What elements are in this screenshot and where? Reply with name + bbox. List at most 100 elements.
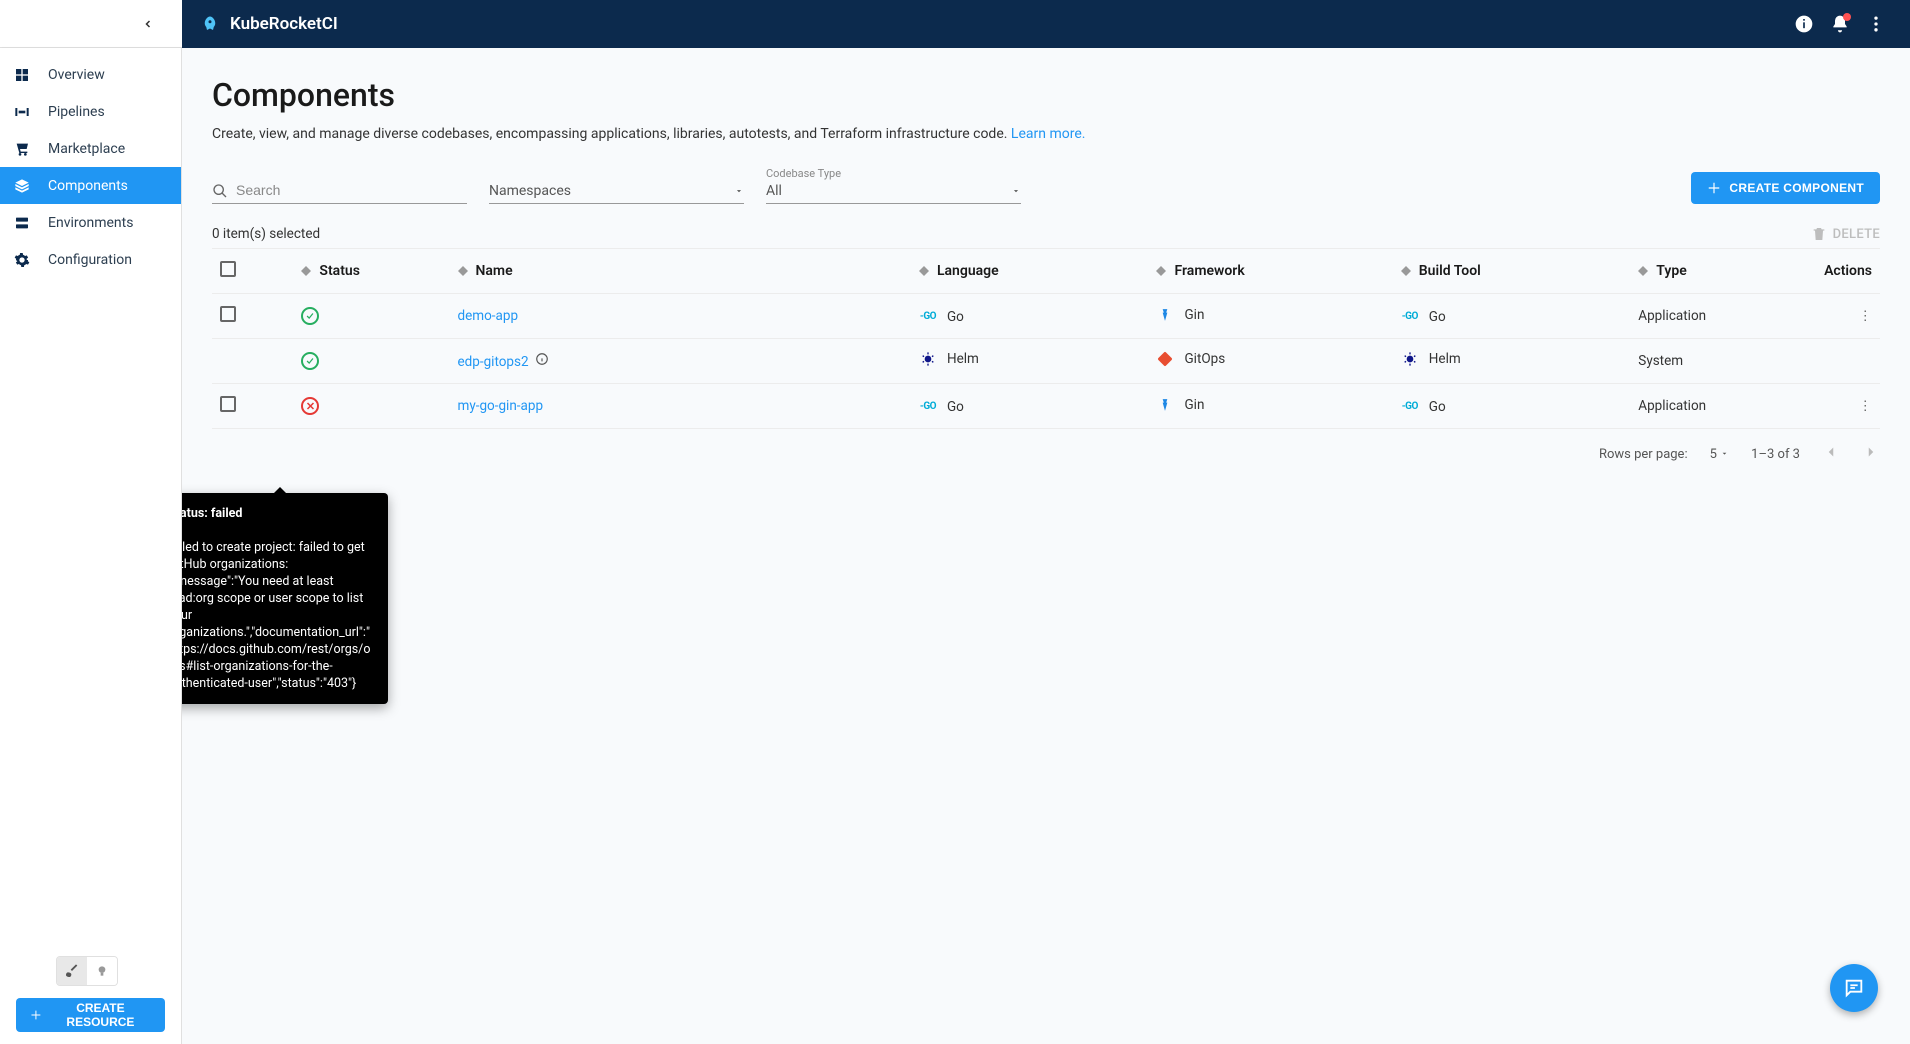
sidebar-item-label: Components [48, 178, 128, 194]
chevron-right-icon [1862, 443, 1880, 461]
search-icon [212, 183, 228, 199]
create-component-button[interactable]: CREATE COMPONENT [1691, 172, 1880, 204]
caret-down-icon [1720, 449, 1729, 458]
sidebar-item-configuration[interactable]: Configuration [0, 241, 181, 278]
row-checkbox[interactable] [220, 306, 236, 322]
gitops-icon [1156, 351, 1174, 367]
select-label: Namespaces [489, 183, 571, 199]
tooltip-title: Status: failed [182, 506, 242, 521]
col-name: Name [450, 249, 911, 294]
sidebar-item-environments[interactable]: Environments [0, 204, 181, 241]
gear-icon [14, 252, 30, 268]
delete-button[interactable]: DELETE [1811, 226, 1880, 242]
sort-icon[interactable] [919, 266, 929, 276]
theme-switcher[interactable] [56, 956, 118, 986]
chat-icon [1843, 977, 1865, 999]
go-icon: -GO [1401, 311, 1419, 322]
rows-per-page-select[interactable]: 5 [1710, 447, 1730, 462]
sidebar-item-components[interactable]: Components [0, 167, 181, 204]
row-checkbox[interactable] [220, 396, 236, 412]
col-build-tool: Build Tool [1393, 249, 1631, 294]
bulb-icon [87, 957, 117, 985]
plus-icon [1707, 181, 1721, 195]
caret-down-icon [1011, 186, 1021, 196]
info-icon[interactable] [535, 352, 549, 366]
sort-icon[interactable] [1401, 266, 1411, 276]
page-title: Components [212, 76, 1880, 114]
select-all-checkbox[interactable] [220, 261, 236, 277]
select-value: All [766, 183, 782, 199]
namespaces-select[interactable]: Namespaces [489, 183, 744, 204]
prev-page-button[interactable] [1822, 443, 1840, 465]
components-table: Status Name Language Framework Build Too… [212, 248, 1880, 429]
trash-icon [1811, 226, 1827, 242]
more-vertical-icon [1866, 14, 1886, 34]
sort-icon[interactable] [458, 266, 468, 276]
sidebar-item-label: Pipelines [48, 104, 105, 120]
status-ok-icon [301, 307, 319, 325]
go-icon: -GO [919, 311, 937, 322]
page-description: Create, view, and manage diverse codebas… [212, 126, 1880, 142]
row-actions-button[interactable]: ⋮ [1859, 308, 1873, 324]
info-button[interactable] [1786, 6, 1822, 42]
chat-fab[interactable] [1830, 964, 1878, 1012]
build-tool-text: Go [1429, 309, 1446, 325]
sort-icon[interactable] [301, 266, 311, 276]
component-name-link[interactable]: edp-gitops2 [458, 354, 529, 370]
helm-icon [919, 351, 937, 367]
sidebar-item-label: Environments [48, 215, 133, 231]
component-name-link[interactable]: demo-app [458, 308, 519, 324]
framework-text: Gin [1184, 307, 1204, 323]
sort-icon[interactable] [1638, 266, 1648, 276]
type-text: Application [1630, 294, 1793, 339]
pipelines-icon [14, 104, 30, 120]
build-tool-text: Go [1429, 399, 1446, 415]
sort-icon[interactable] [1156, 266, 1166, 276]
gin-icon [1156, 398, 1174, 412]
sidebar-collapse-button[interactable] [0, 0, 182, 48]
row-actions-button[interactable]: ⋮ [1859, 398, 1873, 414]
create-resource-button[interactable]: CREATE RESOURCE [16, 998, 165, 1032]
table-row: ✕my-go-gin-app-GOGoGin-GOGoApplication⋮ [212, 384, 1880, 429]
status-ok-icon [301, 352, 319, 370]
chevron-left-icon [142, 18, 154, 30]
layers-icon [14, 178, 30, 194]
select-hint: Codebase Type [766, 167, 841, 180]
rocket-icon [200, 15, 220, 33]
pagination: Rows per page: 5 1–3 of 3 [212, 443, 1880, 465]
rows-per-page-label: Rows per page: [1599, 447, 1688, 462]
build-tool-text: Helm [1429, 351, 1461, 367]
sidebar: Overview Pipelines Marketplace Component… [0, 48, 182, 1044]
status-tooltip: Status: failed failed to create project:… [182, 493, 388, 704]
col-status: Status [293, 249, 449, 294]
notifications-button[interactable] [1822, 6, 1858, 42]
framework-text: GitOps [1184, 351, 1225, 367]
framework-text: Gin [1184, 397, 1204, 413]
dashboard-icon [14, 67, 30, 83]
more-menu-button[interactable] [1858, 6, 1894, 42]
helm-icon [1401, 351, 1419, 367]
type-text: Application [1630, 384, 1793, 429]
learn-more-link[interactable]: Learn more. [1011, 126, 1086, 142]
sidebar-item-label: Overview [48, 67, 105, 83]
sidebar-item-pipelines[interactable]: Pipelines [0, 93, 181, 130]
language-text: Go [947, 309, 964, 325]
next-page-button[interactable] [1862, 443, 1880, 465]
sidebar-item-label: Configuration [48, 252, 132, 268]
tooltip-body: failed to create project: failed to get … [182, 540, 370, 691]
info-icon [1794, 14, 1814, 34]
language-text: Go [947, 399, 964, 415]
go-icon: -GO [919, 401, 937, 412]
component-name-link[interactable]: my-go-gin-app [458, 398, 544, 414]
codebase-type-select[interactable]: Codebase Type All [766, 183, 1021, 204]
cart-icon [14, 141, 30, 157]
gin-icon [1156, 308, 1174, 322]
sidebar-item-marketplace[interactable]: Marketplace [0, 130, 181, 167]
button-label: CREATE RESOURCE [50, 1001, 151, 1029]
sidebar-item-overview[interactable]: Overview [0, 56, 181, 93]
caret-down-icon [734, 186, 744, 196]
search-input[interactable] [212, 181, 467, 204]
button-label: CREATE COMPONENT [1729, 181, 1864, 195]
col-type: Type [1630, 249, 1793, 294]
sidebar-item-label: Marketplace [48, 141, 125, 157]
